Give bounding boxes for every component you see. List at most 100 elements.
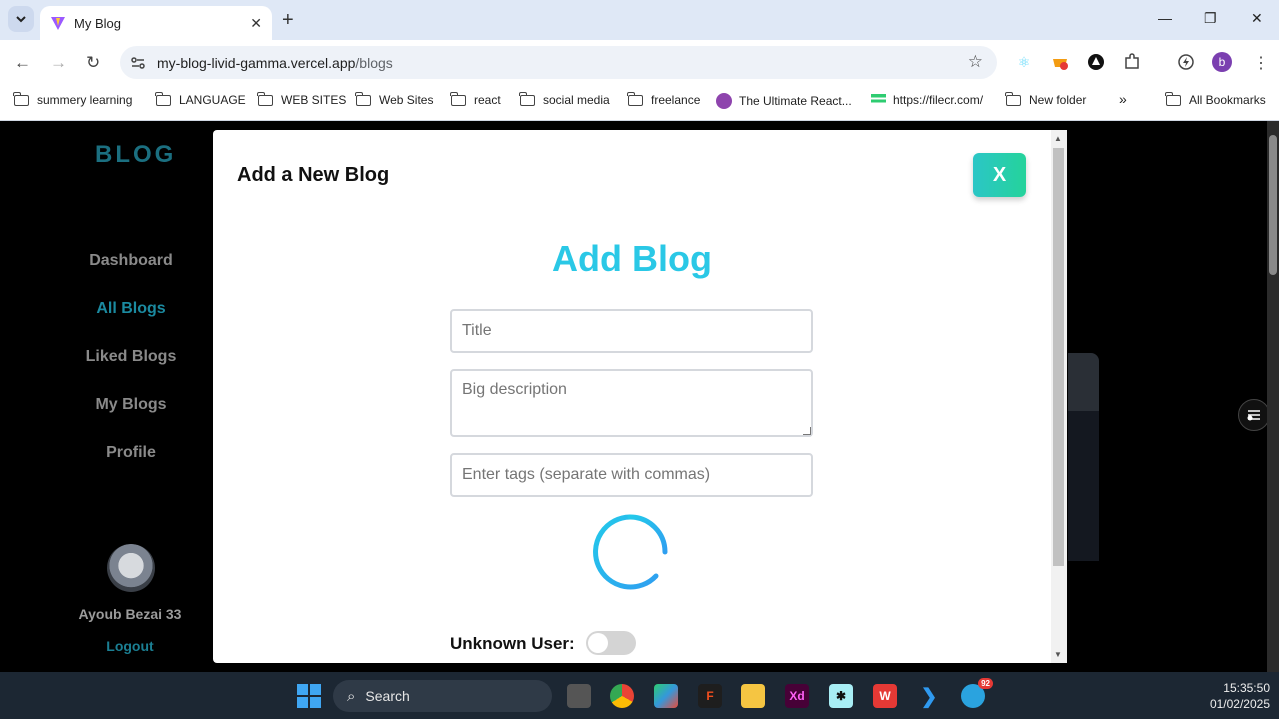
resize-grip-icon[interactable] — [803, 427, 811, 435]
tab-close-icon[interactable]: ✕ — [250, 15, 262, 32]
bookmark-label: WEB SITES — [281, 93, 347, 107]
tab-my-blog[interactable]: My Blog ✕ — [40, 6, 272, 40]
filecr-favicon-icon — [871, 94, 886, 106]
close-window-button[interactable]: ✕ — [1251, 10, 1263, 27]
all-bookmarks-button[interactable]: All Bookmarks — [1165, 91, 1266, 107]
folder-icon — [13, 91, 29, 106]
tab-search-button[interactable] — [8, 6, 34, 32]
sidebar-item-all-blogs[interactable]: All Blogs — [31, 300, 231, 318]
sidebar-item-profile[interactable]: Profile — [31, 444, 231, 462]
bookmark-item[interactable]: freelance — [627, 91, 701, 107]
bookmarks-overflow-button[interactable]: » — [1119, 91, 1127, 107]
clock-time: 15:35:50 — [1223, 681, 1270, 695]
file-explorer-icon[interactable] — [741, 684, 765, 708]
bookmark-item[interactable]: Web Sites — [355, 91, 434, 107]
taskbar-search[interactable]: ⌕ Search — [333, 680, 552, 712]
description-textarea[interactable] — [450, 369, 813, 437]
extension-2-icon[interactable] — [1050, 52, 1070, 72]
site-info-icon[interactable] — [130, 55, 146, 71]
folder-icon — [355, 91, 371, 106]
tab-strip: My Blog ✕ + — ❐ ✕ — [0, 0, 1279, 40]
user-name: Ayoub Bezai 33 — [78, 606, 182, 622]
extension-3-icon[interactable] — [1086, 52, 1106, 72]
reload-icon[interactable]: ↻ — [86, 53, 100, 73]
react-devtools-icon[interactable]: ⚛ — [1014, 52, 1034, 72]
extensions-puzzle-icon[interactable] — [1122, 52, 1142, 72]
title-input[interactable] — [450, 309, 813, 353]
site-favicon-icon — [716, 93, 732, 109]
modal-scrollbar[interactable]: ▲ ▼ — [1051, 130, 1067, 663]
performance-icon[interactable] — [1176, 52, 1196, 72]
search-icon: ⌕ — [347, 687, 356, 705]
minimize-button[interactable]: — — [1158, 10, 1172, 26]
floating-tools-button[interactable] — [1238, 399, 1267, 431]
bookmark-item[interactable]: social media — [519, 91, 610, 107]
chevron-down-icon — [16, 16, 26, 23]
adobe-xd-icon[interactable]: Xd — [785, 684, 809, 708]
scroll-up-icon[interactable]: ▲ — [1054, 134, 1062, 143]
wps-office-icon[interactable]: W — [873, 684, 897, 708]
sidebar-logo[interactable]: BLOG — [95, 141, 176, 169]
address-bar[interactable]: my-blog-livid-gamma.vercel.app/blogs ☆ — [120, 46, 997, 79]
unknown-user-label: Unknown User: — [450, 634, 575, 653]
vite-favicon-icon — [51, 17, 65, 30]
bookmark-label: New folder — [1029, 93, 1087, 107]
scroll-down-icon[interactable]: ▼ — [1054, 650, 1062, 659]
back-arrow-icon[interactable]: ← — [14, 53, 31, 73]
logout-button[interactable]: Logout — [80, 638, 180, 654]
folder-icon — [519, 91, 535, 106]
bookmark-item[interactable]: summery learning — [13, 91, 132, 107]
bookmark-label: https://filecr.com/ — [893, 93, 984, 107]
bookmarks-bar: summery learning LANGUAGE WEB SITES Web … — [0, 85, 1279, 121]
bookmark-item[interactable]: LANGUAGE — [155, 91, 246, 107]
sidebar-item-my-blogs[interactable]: My Blogs — [31, 396, 231, 414]
folder-icon — [155, 91, 171, 106]
form-title: Add Blog — [552, 238, 712, 279]
bookmark-label: freelance — [651, 93, 701, 107]
chrome-icon[interactable] — [610, 684, 634, 708]
new-tab-button[interactable]: + — [282, 9, 294, 32]
bookmark-item[interactable]: WEB SITES — [257, 91, 347, 107]
figma-icon[interactable]: F — [698, 684, 722, 708]
add-image-plus-icon[interactable] — [590, 512, 670, 592]
app-asterisk-icon[interactable]: ✱ — [829, 684, 853, 708]
telegram-icon[interactable]: 92 — [961, 678, 993, 708]
sidebar-item-liked-blogs[interactable]: Liked Blogs — [31, 348, 231, 366]
unknown-user-toggle[interactable] — [586, 631, 636, 655]
system-clock[interactable]: 15:35:50 01/02/2025 — [1180, 680, 1270, 712]
taskbar-search-label: Search — [365, 688, 410, 704]
vscode-icon[interactable]: ❯ — [917, 684, 941, 708]
photos-icon[interactable] — [654, 684, 678, 708]
page-scrollbar[interactable] — [1267, 121, 1279, 672]
bookmark-item[interactable]: react — [450, 91, 501, 107]
add-blog-modal: Add a New Blog X Add Blog Unknown User: — [213, 130, 1051, 663]
modal-scrollbar-thumb[interactable] — [1053, 148, 1064, 566]
browser-toolbar: ← → ↻ my-blog-livid-gamma.vercel.app/blo… — [0, 40, 1279, 85]
close-modal-button[interactable]: X — [973, 153, 1026, 197]
forward-arrow-icon[interactable]: → — [50, 53, 67, 73]
windows-taskbar: ⌕ Search F Xd ✱ W ❯ 92 15:35:50 01/02/20… — [0, 672, 1279, 719]
bookmark-label: Web Sites — [379, 93, 434, 107]
menu-kebab-icon[interactable]: ⋮ — [1253, 53, 1269, 73]
bookmark-item[interactable]: New folder — [1005, 91, 1087, 107]
task-view-icon[interactable] — [567, 684, 591, 708]
bookmark-item[interactable]: https://filecr.com/ — [871, 93, 983, 107]
tags-input[interactable] — [450, 453, 813, 497]
star-bookmark-icon[interactable]: ☆ — [968, 52, 983, 72]
avatar[interactable] — [107, 544, 155, 592]
sidebar-item-dashboard[interactable]: Dashboard — [31, 252, 231, 270]
tab-title: My Blog — [74, 15, 121, 31]
url-path: /blogs — [355, 54, 393, 71]
telegram-badge: 92 — [978, 678, 993, 689]
restore-button[interactable]: ❐ — [1204, 10, 1217, 27]
clock-date: 01/02/2025 — [1209, 697, 1270, 711]
folder-icon — [627, 91, 643, 106]
toggle-knob — [588, 633, 608, 653]
windows-start-icon[interactable] — [297, 684, 321, 708]
url-domain: my-blog-livid-gamma.vercel.app — [157, 54, 356, 71]
page-scrollbar-thumb[interactable] — [1269, 135, 1277, 275]
profile-avatar[interactable]: b — [1212, 52, 1232, 72]
bookmark-item[interactable]: The Ultimate React... — [716, 93, 852, 109]
background-card-body — [1068, 411, 1099, 561]
folder-icon — [257, 91, 273, 106]
